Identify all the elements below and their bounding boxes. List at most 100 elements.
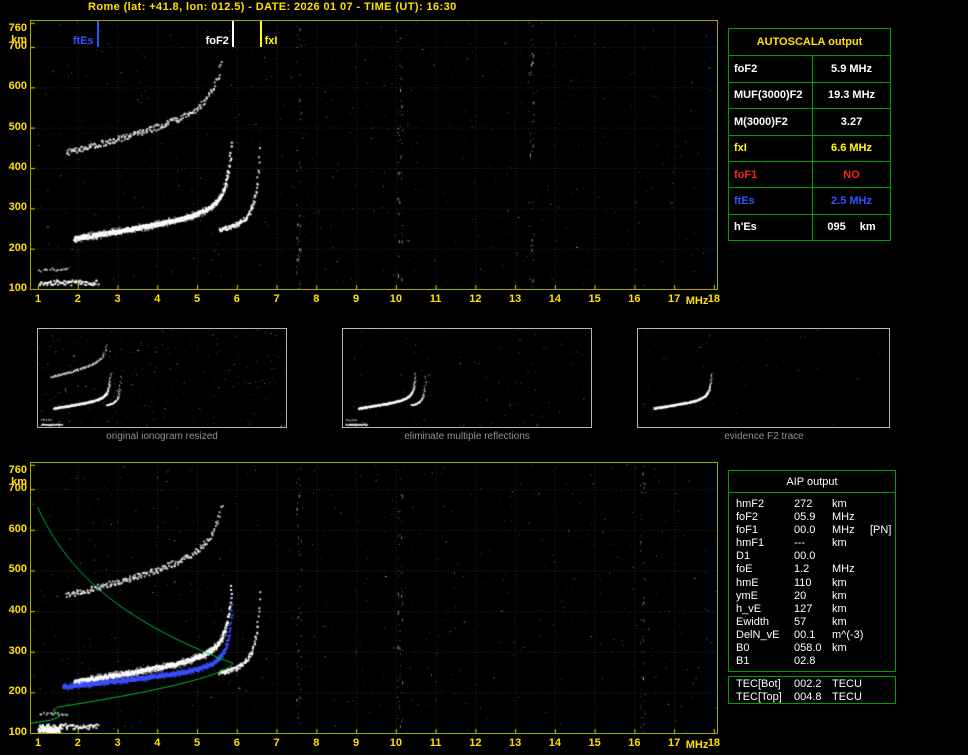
tec-row: TEC[Top] 004.8 TECU [736,691,895,704]
iono-top-ytick-600: 600 [1,80,27,92]
iono-top-xtick-2: 2 [75,293,81,305]
marker-line-fxI [260,21,262,47]
marker-label-foF2: foF2 [206,35,229,47]
aip-row: Ewidth 57 km [736,616,895,629]
autoscala-row-label: fxI [729,136,813,161]
autoscala-row: MUF(3000)F2 19.3 MHz [729,82,890,108]
aip-param-name: h_vE [736,603,794,616]
iono-bottom-xtick-3: 3 [114,737,120,749]
autoscala-value-text: 095 [827,221,845,233]
aip-param-flag: [PN] [870,524,895,537]
tec-panel: TEC[Bot] 002.2 TECU TEC[Top] 004.8 TECU [728,676,896,704]
ionogram-top-panel [30,20,718,290]
aip-param-value: 1.2 [794,563,832,576]
aip-param-unit: km [832,537,870,550]
tec-param-value: 002.2 [794,678,832,691]
aip-param-unit: m^(-3) [832,629,870,642]
iono-top-xtick-5: 5 [194,293,200,305]
iono-bottom-x-unit-label: MHz [686,739,709,751]
aip-param-value: 57 [794,616,832,629]
autoscala-row: foF2 5.9 MHz [729,55,890,81]
iono-bottom-ytick-200: 200 [1,685,27,697]
iono-bottom-xtick-1: 1 [35,737,41,749]
aip-param-unit: km [832,603,870,616]
iono-top-ytick-300: 300 [1,201,27,213]
aip-param-value: --- [794,537,832,550]
marker-label-ftEs: ftEs [73,35,94,47]
aip-param-name: hmF2 [736,498,794,511]
iono-top-xtick-3: 3 [114,293,120,305]
aip-param-value: 00.1 [794,629,832,642]
thumbnail-caption-original: original ionogram resized [106,431,218,442]
autoscala-value-text: 3.27 [841,116,862,128]
page-title: Rome (lat: +41.8, lon: 012.5) - DATE: 20… [88,1,457,13]
ionogram-bottom-panel [30,462,718,734]
aip-param-value: 127 [794,603,832,616]
aip-param-name: hmF1 [736,537,794,550]
iono-bottom-xtick-18: 18 [708,737,720,749]
autoscala-row-label: M(3000)F2 [729,109,813,134]
autoscala-row: foF1 NO [729,161,890,187]
iono-bottom-xtick-17: 17 [668,737,680,749]
iono-top-xtick-4: 4 [154,293,160,305]
thumbnail-caption-f2-trace: evidence F2 trace [724,431,804,442]
aip-row: foE 1.2 MHz [736,563,895,576]
aip-param-value: 110 [794,577,832,590]
autoscala-row: ftEs 2.5 MHz [729,187,890,213]
aip-param-value: 00.0 [794,524,832,537]
iono-bottom-ytick-600: 600 [1,523,27,535]
aip-param-unit: MHz [832,524,870,537]
iono-bottom-xtick-4: 4 [154,737,160,749]
aip-header: AIP output [729,471,895,493]
aip-param-name: Ewidth [736,616,794,629]
iono-top-xtick-9: 9 [353,293,359,305]
iono-top-ytick-200: 200 [1,242,27,254]
autoscala-value-text: NO [843,169,860,181]
tec-param-value: 004.8 [794,691,832,704]
iono-bottom-xtick-10: 10 [390,737,402,749]
aip-param-name: B1 [736,655,794,668]
iono-bottom-ytick-300: 300 [1,645,27,657]
aip-param-unit: km [832,642,870,655]
aip-param-value: 05.9 [794,511,832,524]
aip-output-panel: AIP output hmF2 272 km foF2 05.9 MHz foF… [728,470,896,672]
iono-top-ytick-700: 700 [1,40,27,52]
aip-param-name: foE [736,563,794,576]
aip-param-value: 058.0 [794,642,832,655]
tec-param-unit: TECU [832,691,870,704]
ionogram-top-canvas [31,21,717,289]
tec-row: TEC[Bot] 002.2 TECU [736,678,895,691]
thumbnail-no-multiples [342,328,592,428]
aip-row: B1 02.8 [736,655,895,668]
iono-top-xtick-11: 11 [430,293,442,305]
aip-param-name: B0 [736,642,794,655]
aip-param-value: 20 [794,590,832,603]
iono-bottom-xtick-8: 8 [313,737,319,749]
autoscala-row-label: h'Es [729,215,813,240]
iono-bottom-xtick-16: 16 [628,737,640,749]
iono-top-xtick-15: 15 [589,293,601,305]
autoscala-row-label: ftEs [729,188,813,213]
aip-row: h_vE 127 km [736,603,895,616]
aip-param-value: 00.0 [794,550,832,563]
iono-top-xtick-12: 12 [469,293,481,305]
iono-bottom-xtick-5: 5 [194,737,200,749]
aip-param-name: D1 [736,550,794,563]
thumbnail-f2-trace [637,328,890,428]
autoscala-row-value: 6.6 MHz [813,136,890,161]
aip-param-unit: km [832,590,870,603]
aip-param-unit: MHz [832,511,870,524]
aip-param-name: foF1 [736,524,794,537]
iono-top-xtick-18: 18 [708,293,720,305]
iono-bottom-ytick-100: 100 [1,726,27,738]
thumbnail-no-multiples-canvas [343,329,591,427]
iono-top-xtick-1: 1 [35,293,41,305]
iono-bottom-xtick-11: 11 [430,737,442,749]
iono-top-xtick-6: 6 [234,293,240,305]
autoscala-row-label: MUF(3000)F2 [729,83,813,108]
autoscala-row: h'Es 095 km [729,214,890,240]
iono-bottom-xtick-6: 6 [234,737,240,749]
iono-top-ytick-500: 500 [1,121,27,133]
iono-bottom-xtick-9: 9 [353,737,359,749]
autoscala-value-text: 6.6 MHz [831,142,872,154]
